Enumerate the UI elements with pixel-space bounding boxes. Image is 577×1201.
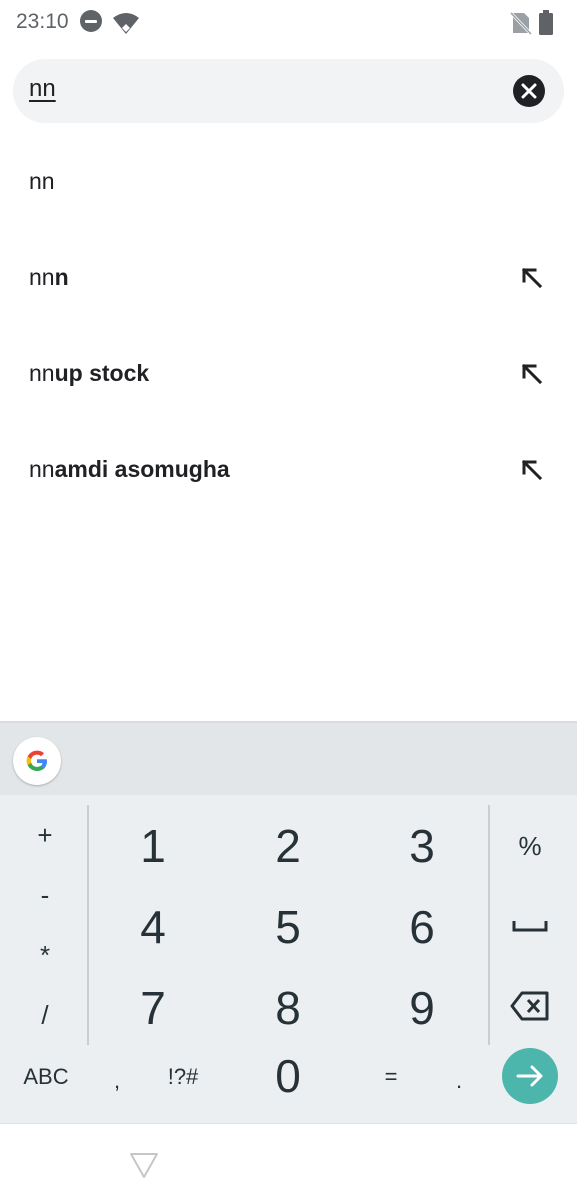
key-comma[interactable]: , (82, 1056, 152, 1106)
key-abc[interactable]: ABC (11, 1052, 81, 1102)
keyboard-divider (488, 805, 490, 1045)
status-time: 23:10 (16, 10, 69, 33)
suggestion-item[interactable]: nn (0, 134, 577, 230)
arrow-up-left-icon[interactable] (520, 458, 544, 487)
key-plus[interactable]: + (15, 810, 75, 860)
close-icon (521, 83, 537, 99)
key-period[interactable]: . (424, 1056, 494, 1106)
suggestion-label: nnn (29, 264, 69, 290)
key-space[interactable] (500, 901, 560, 951)
search-input[interactable]: nn (29, 75, 56, 103)
clear-search-button[interactable] (513, 75, 545, 107)
numeric-keyboard: + - * / 1 2 3 4 5 6 7 8 9 0 % ABC , !?# … (0, 795, 577, 1123)
suggestion-item[interactable]: nnamdi asomugha (0, 422, 577, 518)
space-icon (512, 921, 548, 932)
suggestion-item[interactable]: nnup stock (0, 326, 577, 422)
key-4[interactable]: 4 (108, 892, 198, 962)
key-3[interactable]: 3 (377, 811, 467, 881)
key-backspace[interactable] (500, 981, 560, 1031)
key-multiply[interactable]: * (15, 930, 75, 980)
key-0[interactable]: 0 (243, 1041, 333, 1111)
key-percent[interactable]: % (500, 821, 560, 871)
key-6[interactable]: 6 (377, 892, 467, 962)
suggestion-item[interactable]: nnn (0, 230, 577, 326)
key-divide[interactable]: / (15, 990, 75, 1040)
arrow-up-left-icon[interactable] (520, 266, 544, 295)
enter-button[interactable] (502, 1048, 558, 1104)
search-bar: nn (13, 59, 564, 123)
key-7[interactable]: 7 (108, 973, 198, 1043)
backspace-icon (510, 991, 549, 1021)
key-minus[interactable]: - (15, 870, 75, 920)
suggestion-label: nnamdi asomugha (29, 456, 230, 482)
key-9[interactable]: 9 (377, 973, 467, 1043)
arrow-right-icon (516, 1065, 543, 1087)
key-8[interactable]: 8 (243, 973, 333, 1043)
key-equals[interactable]: = (356, 1052, 426, 1102)
no-sim-icon (509, 11, 533, 40)
wifi-icon (112, 12, 140, 41)
key-1[interactable]: 1 (108, 811, 198, 881)
key-symbols[interactable]: !?# (148, 1052, 218, 1102)
keyboard-divider (87, 805, 89, 1045)
battery-icon (539, 10, 553, 40)
do-not-disturb-icon (80, 10, 102, 32)
status-bar: 23:10 (0, 0, 577, 48)
keyboard-hide-icon (130, 1153, 158, 1178)
keyboard-toolbar (0, 723, 577, 795)
suggestion-label: nn (29, 168, 55, 194)
google-logo-icon (26, 750, 47, 771)
navigation-bar (0, 1123, 577, 1201)
suggestion-label: nnup stock (29, 360, 150, 386)
key-5[interactable]: 5 (243, 892, 333, 962)
google-button[interactable] (13, 737, 61, 785)
back-button[interactable] (128, 1150, 160, 1185)
key-2[interactable]: 2 (243, 811, 333, 881)
arrow-up-left-icon[interactable] (520, 362, 544, 391)
